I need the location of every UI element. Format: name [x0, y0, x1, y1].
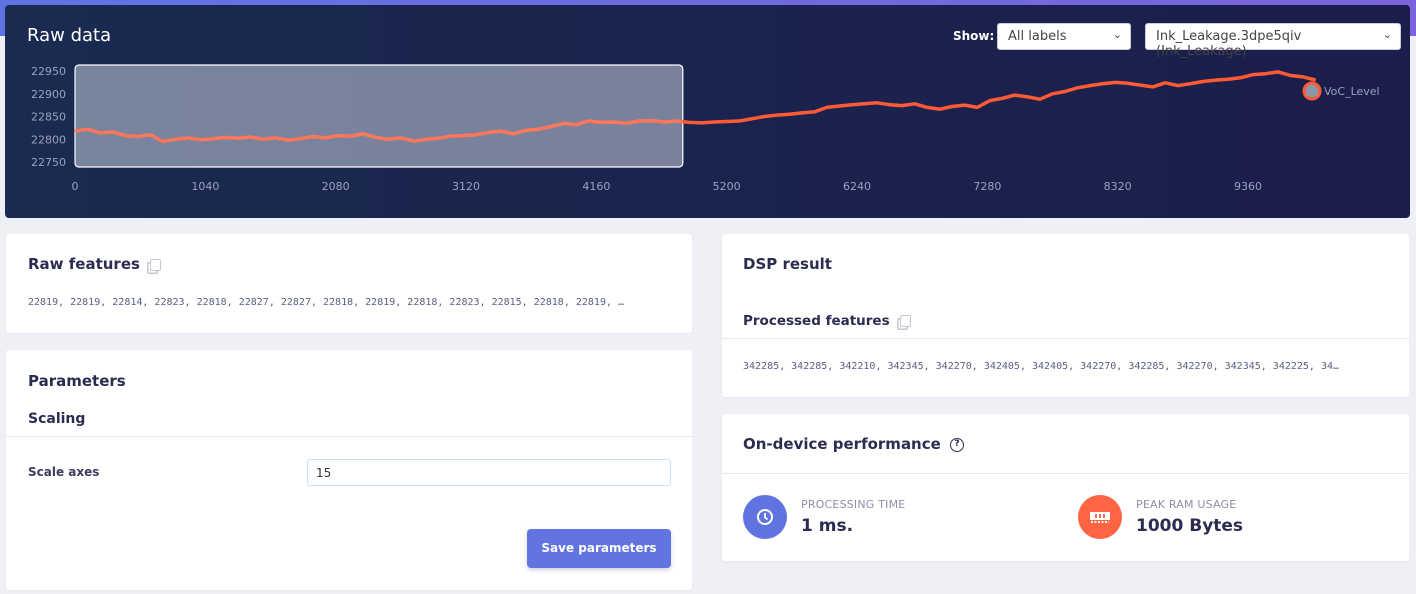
x-tick-label: 0 [72, 180, 79, 193]
processing-time-value: 1 ms. [801, 516, 854, 536]
clock-icon [743, 495, 787, 539]
y-tick-label: 22900 [31, 88, 66, 101]
divider [6, 436, 692, 437]
x-tick-label: 6240 [843, 180, 871, 193]
scale-axes-label: Scale axes [28, 465, 100, 479]
x-tick-label: 8320 [1104, 180, 1132, 193]
peak-ram-value: 1000 Bytes [1136, 516, 1244, 536]
y-tick-label: 22950 [31, 65, 66, 78]
y-tick-label: 22750 [31, 156, 66, 169]
x-tick-label: 9360 [1234, 180, 1262, 193]
parameters-card: Parameters Scaling Scale axes 15 Save pa… [6, 350, 692, 590]
dsp-result-card: DSP result Processed features 342285, 34… [722, 234, 1409, 397]
copy-icon[interactable] [149, 258, 161, 271]
processed-features-title: Processed features [743, 313, 911, 329]
processing-time-label: PROCESSING TIME [801, 498, 906, 511]
parameters-title: Parameters [28, 372, 126, 390]
scale-axes-input[interactable]: 15 [307, 459, 671, 486]
raw-features-card: Raw features 22819, 22819, 22814, 22823,… [6, 234, 692, 333]
legend-label: VoC_Level [1324, 85, 1380, 98]
scaling-section-title: Scaling [28, 411, 86, 427]
divider [722, 338, 1409, 339]
x-tick-label: 2080 [322, 180, 350, 193]
performance-title: On-device performance ? [743, 435, 965, 453]
y-tick-label: 22850 [31, 111, 66, 124]
x-tick-label: 7280 [973, 180, 1001, 193]
x-tick-label: 5200 [713, 180, 741, 193]
memory-icon [1078, 495, 1122, 539]
raw-features-values: 22819, 22819, 22814, 22823, 22818, 22827… [28, 297, 625, 308]
x-tick-label: 1040 [191, 180, 219, 193]
x-tick-label: 3120 [452, 180, 480, 193]
divider [722, 473, 1409, 474]
help-icon[interactable]: ? [950, 437, 965, 452]
raw-features-title: Raw features [28, 255, 161, 273]
copy-icon[interactable] [899, 315, 911, 327]
selection-overlay [75, 65, 683, 167]
processed-features-values: 342285, 342285, 342210, 342345, 342270, … [743, 361, 1340, 372]
raw-data-chart: 22950 22900 22850 22800 22750 0 1040 2080 3120 41… [31, 64, 1380, 193]
save-parameters-button[interactable]: Save parameters [527, 529, 671, 568]
peak-ram-label: PEAK RAM USAGE [1136, 498, 1237, 511]
x-tick-label: 4160 [582, 180, 610, 193]
performance-card: On-device performance ? PROCESSING TIME … [722, 414, 1409, 561]
legend-marker [1302, 81, 1322, 101]
dsp-result-title: DSP result [743, 255, 832, 273]
y-tick-label: 22800 [31, 133, 66, 146]
